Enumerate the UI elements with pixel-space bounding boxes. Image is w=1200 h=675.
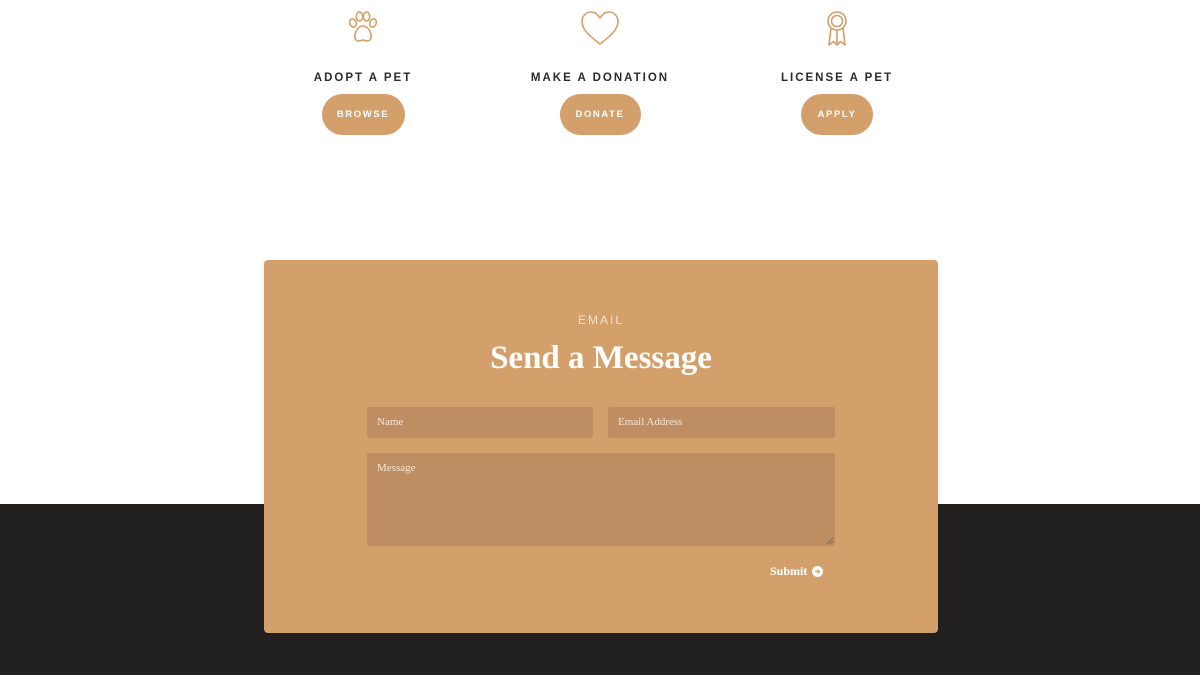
license-pet-section: LICENSE A PET APPLY bbox=[737, 8, 937, 135]
paw-icon bbox=[341, 8, 385, 50]
submit-button[interactable]: Submit bbox=[770, 562, 824, 580]
adopt-pet-title: ADOPT A PET bbox=[313, 72, 413, 84]
arrow-right-circle-icon bbox=[812, 565, 824, 577]
contact-form-card: EMAIL Send a Message Name Email Address … bbox=[264, 260, 938, 633]
email-field[interactable]: Email Address bbox=[608, 407, 835, 438]
submit-label: Submit bbox=[770, 563, 808, 578]
heart-icon bbox=[578, 8, 622, 50]
adopt-pet-section: ADOPT A PET BROWSE bbox=[263, 8, 463, 135]
donation-title: MAKE A DONATION bbox=[530, 72, 670, 84]
browse-button[interactable]: BROWSE bbox=[321, 94, 405, 135]
name-field[interactable]: Name bbox=[367, 407, 593, 438]
message-field[interactable]: Message bbox=[367, 453, 835, 546]
donation-section: MAKE A DONATION DONATE bbox=[500, 8, 700, 135]
section-eyebrow: EMAIL bbox=[577, 313, 624, 327]
form-title: Send a Message bbox=[490, 340, 712, 376]
donate-button[interactable]: DONATE bbox=[559, 94, 641, 135]
message-placeholder: Message bbox=[377, 462, 416, 474]
resize-handle-icon[interactable] bbox=[826, 537, 833, 544]
award-ribbon-icon bbox=[815, 8, 859, 50]
license-pet-title: LICENSE A PET bbox=[780, 72, 894, 84]
apply-button[interactable]: APPLY bbox=[801, 94, 873, 135]
